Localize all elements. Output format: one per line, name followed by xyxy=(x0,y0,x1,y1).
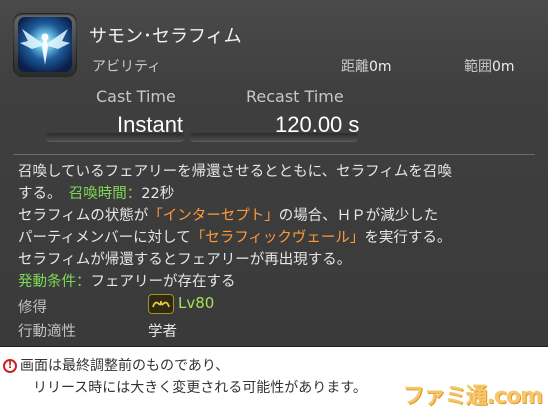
distance-value: 0m xyxy=(369,59,392,75)
duration-value: 22秒 xyxy=(141,186,175,202)
ability-tooltip: サモン･セラフィム アビリティ 距離0m 範囲0m Cast Time Reca… xyxy=(0,0,548,347)
seraph-icon xyxy=(18,17,72,72)
range-value: 0m xyxy=(492,59,515,75)
ability-name: サモン･セラフィム xyxy=(89,26,242,47)
condition-label: 発動条件： xyxy=(18,274,91,290)
description-line: 召喚しているフェアリーを帰還させるとともに、セラフィムを召喚 xyxy=(18,164,452,180)
range-label: 範囲 xyxy=(464,59,492,75)
range-stat: 範囲0m xyxy=(464,56,515,76)
notice-line: 画面は最終調整前のものであり、 xyxy=(20,358,230,374)
condition-line: 発動条件：フェアリーが存在する xyxy=(18,271,533,293)
learn-level: Lv80 xyxy=(178,294,215,312)
description-line: セラフィムの状態が「インターセプト」の場合、ＨＰが減少した xyxy=(18,208,439,224)
duration-label: 召喚時間： xyxy=(68,186,142,202)
recast-time-label: Recast Time xyxy=(246,87,344,106)
preview-notice: 画面は最終調整前のものであり、 リリース時には大きく変更される可能性があります。 xyxy=(0,355,367,399)
cast-time-label: Cast Time xyxy=(96,87,176,106)
distance-stat: 距離0m xyxy=(341,56,392,76)
learn-label: 修得 xyxy=(18,300,47,316)
description-line: する。 召喚時間：22秒 xyxy=(18,186,175,202)
description-line: パーティメンバーに対して「セラフィックヴェール」を実行する。 xyxy=(18,230,452,246)
seraphic-veil-keyword: 「セラフィックヴェール」 xyxy=(190,230,365,246)
intercept-keyword: 「インターセプト」 xyxy=(148,208,279,224)
cast-time-bar xyxy=(46,133,184,141)
job-label: 行動適性 xyxy=(18,324,76,340)
description-line: セラフィムが帰還するとフェアリーが再出現する。 xyxy=(18,252,352,268)
ability-icon-frame xyxy=(13,13,77,77)
job-value: 学者 xyxy=(148,324,177,340)
tooltip-divider xyxy=(13,154,535,155)
famitsu-watermark: ファミ通.com xyxy=(402,384,543,409)
recast-time-bar xyxy=(190,133,358,141)
distance-label: 距離 xyxy=(341,59,369,75)
scholar-job-icon xyxy=(148,294,174,314)
notice-line: リリース時には大きく変更される可能性があります。 xyxy=(33,380,367,396)
condition-value: フェアリーが存在する xyxy=(90,274,236,290)
ability-type: アビリティ xyxy=(92,59,162,75)
ability-description: 召喚しているフェアリーを帰還させるとともに、セラフィムを召喚 する。 召喚時間：… xyxy=(18,161,533,293)
